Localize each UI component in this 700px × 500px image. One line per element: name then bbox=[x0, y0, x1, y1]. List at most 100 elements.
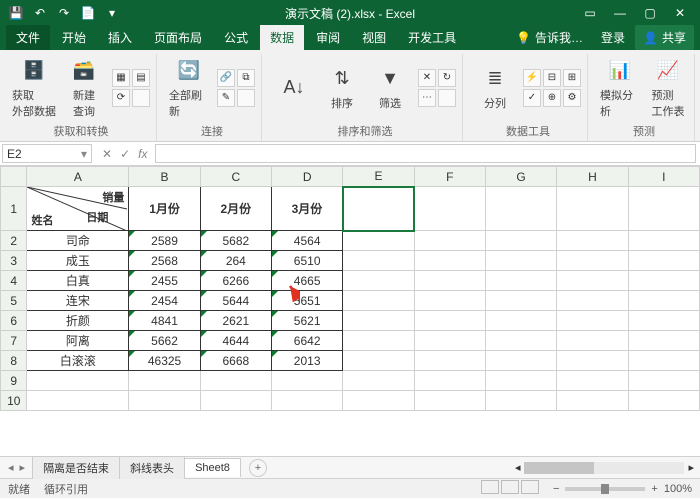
enter-icon[interactable]: ✓ bbox=[120, 147, 130, 161]
tab-insert[interactable]: 插入 bbox=[98, 25, 142, 50]
select-all-corner[interactable] bbox=[1, 167, 27, 187]
tab-developer[interactable]: 开发工具 bbox=[398, 25, 466, 50]
row-header[interactable]: 5 bbox=[1, 291, 27, 311]
cell[interactable]: 4665 bbox=[272, 271, 343, 291]
diagonal-header-cell[interactable]: 销量日期姓名 bbox=[27, 187, 129, 231]
sheet-tab[interactable]: 斜线表头 bbox=[119, 456, 185, 479]
tab-home[interactable]: 开始 bbox=[52, 25, 96, 50]
cell[interactable]: 2589 bbox=[129, 231, 200, 251]
row-header[interactable]: 8 bbox=[1, 351, 27, 371]
cell[interactable]: 成玉 bbox=[27, 251, 129, 271]
cell[interactable]: 连宋 bbox=[27, 291, 129, 311]
col-header[interactable]: F bbox=[414, 167, 485, 187]
share-button[interactable]: 👤共享 bbox=[635, 25, 694, 50]
cell[interactable]: 2454 bbox=[129, 291, 200, 311]
col-header[interactable]: D bbox=[272, 167, 343, 187]
cell[interactable]: 2621 bbox=[200, 311, 271, 331]
cell[interactable]: 6642 bbox=[272, 331, 343, 351]
cell[interactable]: 6668 bbox=[200, 351, 271, 371]
worksheet-grid[interactable]: A B C D E F G H I 1 销量日期姓名 1月份 2月份 3月份 2… bbox=[0, 166, 700, 456]
cell[interactable]: 1月份 bbox=[129, 187, 200, 231]
col-header[interactable]: B bbox=[129, 167, 200, 187]
data-tools-small[interactable]: ⚡⊟⊞✓⊕⚙ bbox=[523, 69, 581, 107]
filter-small[interactable]: ✕↻⋯ bbox=[418, 69, 456, 107]
tab-file[interactable]: 文件 bbox=[6, 25, 50, 50]
cell[interactable]: 2455 bbox=[129, 271, 200, 291]
column-header-row[interactable]: A B C D E F G H I bbox=[1, 167, 700, 187]
cell[interactable]: 阿离 bbox=[27, 331, 129, 351]
sheet-tab[interactable]: 隔离是否结束 bbox=[32, 456, 120, 479]
row-header[interactable]: 6 bbox=[1, 311, 27, 331]
row-header[interactable]: 7 bbox=[1, 331, 27, 351]
text-to-columns-button[interactable]: ≣分列 bbox=[475, 65, 515, 111]
tab-review[interactable]: 审阅 bbox=[306, 25, 350, 50]
cell[interactable]: 4564 bbox=[272, 231, 343, 251]
redo-icon[interactable]: ↷ bbox=[56, 5, 72, 21]
col-header[interactable]: E bbox=[343, 167, 414, 187]
forecast-sheet-button[interactable]: 📈预测 工作表 bbox=[648, 57, 688, 119]
row-header[interactable]: 10 bbox=[1, 391, 27, 411]
zoom-level[interactable]: 100% bbox=[664, 483, 692, 495]
save-icon[interactable]: 💾 bbox=[8, 5, 24, 21]
formula-input[interactable] bbox=[155, 144, 696, 163]
row-header[interactable]: 4 bbox=[1, 271, 27, 291]
cell[interactable]: 4644 bbox=[200, 331, 271, 351]
sheet-nav[interactable]: ◂▸ bbox=[0, 461, 33, 474]
cell[interactable]: 2013 bbox=[272, 351, 343, 371]
chevron-down-icon[interactable]: ▾ bbox=[81, 147, 87, 161]
new-file-icon[interactable]: 📄 bbox=[80, 5, 96, 21]
tab-view[interactable]: 视图 bbox=[352, 25, 396, 50]
row-header[interactable]: 9 bbox=[1, 371, 27, 391]
undo-icon[interactable]: ↶ bbox=[32, 5, 48, 21]
sort-asc-button[interactable]: A↓ bbox=[274, 74, 314, 102]
cell[interactable]: 5682 bbox=[200, 231, 271, 251]
col-header[interactable]: C bbox=[200, 167, 271, 187]
cell[interactable]: 5644 bbox=[200, 291, 271, 311]
get-external-data-button[interactable]: 🗄️获取 外部数据 bbox=[12, 57, 56, 119]
cell[interactable]: 6510 bbox=[272, 251, 343, 271]
col-header[interactable]: G bbox=[485, 167, 556, 187]
tellme-search[interactable]: 💡告诉我… bbox=[508, 25, 591, 50]
cell[interactable]: 折颜 bbox=[27, 311, 129, 331]
refresh-all-button[interactable]: 🔄全部刷新 bbox=[169, 57, 209, 119]
cancel-icon[interactable]: ✕ bbox=[102, 147, 112, 161]
whatif-button[interactable]: 📊模拟分析 bbox=[600, 57, 640, 119]
active-cell[interactable] bbox=[343, 187, 414, 231]
cell[interactable]: 白滚滚 bbox=[27, 351, 129, 371]
col-header[interactable]: A bbox=[27, 167, 129, 187]
new-query-button[interactable]: 🗃️新建 查询 bbox=[64, 57, 104, 119]
sort-button[interactable]: ⇅排序 bbox=[322, 65, 362, 111]
cell[interactable]: 5651 bbox=[272, 291, 343, 311]
maximize-icon[interactable]: ▢ bbox=[640, 6, 660, 20]
row-header[interactable]: 3 bbox=[1, 251, 27, 271]
get-transform-small[interactable]: ▦▤⟳ bbox=[112, 69, 150, 107]
cell[interactable]: 5662 bbox=[129, 331, 200, 351]
zoom-control[interactable]: −+ 100% bbox=[553, 483, 692, 495]
filter-button[interactable]: ▼筛选 bbox=[370, 65, 410, 111]
view-buttons[interactable] bbox=[479, 480, 539, 497]
cell[interactable]: 46325 bbox=[129, 351, 200, 371]
close-icon[interactable]: ✕ bbox=[670, 6, 690, 20]
fx-icon[interactable]: fx bbox=[138, 147, 147, 161]
qat-dropdown-icon[interactable]: ▾ bbox=[104, 5, 120, 21]
cell[interactable]: 白真 bbox=[27, 271, 129, 291]
minimize-icon[interactable]: ― bbox=[610, 6, 630, 20]
login-link[interactable]: 登录 bbox=[593, 25, 633, 50]
col-header[interactable]: I bbox=[628, 167, 699, 187]
cell[interactable]: 3月份 bbox=[272, 187, 343, 231]
connections-small[interactable]: 🔗⧉✎ bbox=[217, 69, 255, 107]
cell[interactable]: 4841 bbox=[129, 311, 200, 331]
tab-data[interactable]: 数据 bbox=[260, 25, 304, 50]
ribbon-options-icon[interactable]: ▭ bbox=[580, 6, 600, 20]
row-header[interactable]: 2 bbox=[1, 231, 27, 251]
tab-layout[interactable]: 页面布局 bbox=[144, 25, 212, 50]
col-header[interactable]: H bbox=[557, 167, 628, 187]
cell[interactable]: 264 bbox=[200, 251, 271, 271]
cell[interactable]: 5621 bbox=[272, 311, 343, 331]
cell[interactable]: 司命 bbox=[27, 231, 129, 251]
row-header[interactable]: 1 bbox=[1, 187, 27, 231]
horizontal-scrollbar[interactable]: ◂▸ bbox=[267, 461, 700, 474]
name-box[interactable]: E2▾ bbox=[2, 144, 92, 163]
add-sheet-button[interactable]: + bbox=[249, 459, 267, 477]
cell[interactable]: 2月份 bbox=[200, 187, 271, 231]
